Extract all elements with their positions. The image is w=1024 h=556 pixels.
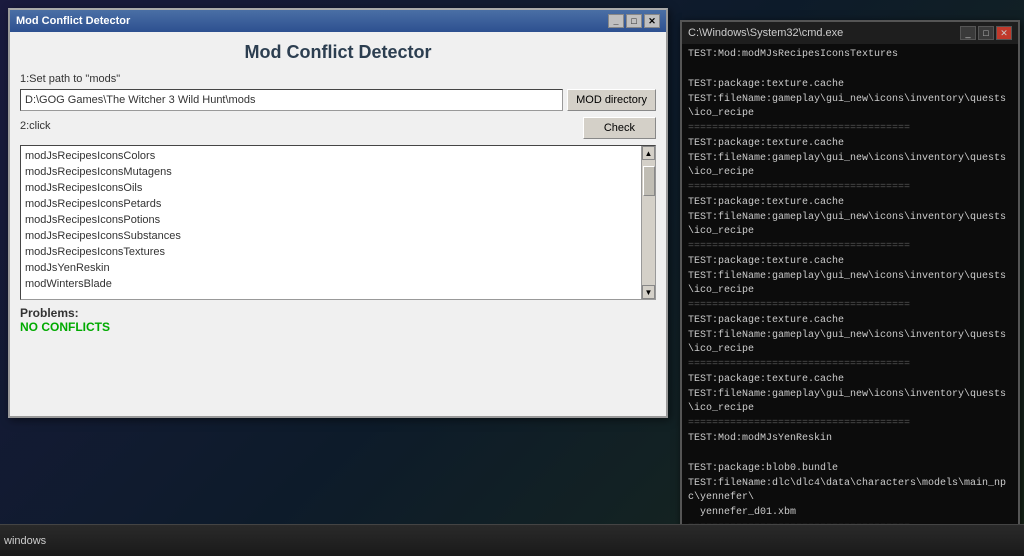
app-title: Mod Conflict Detector [16,15,130,27]
cmd-line: TEST:package:texture.cache [688,373,1012,387]
app-titlebar: Mod Conflict Detector _ □ ✕ [10,10,666,32]
check-button[interactable]: Check [583,117,656,139]
cmd-line: TEST:package:texture.cache [688,196,1012,210]
cmd-line: TEST:fileName:gameplay\gui_new\icons\inv… [688,270,1012,298]
minimize-button[interactable]: _ [608,14,624,28]
titlebar-controls: _ □ ✕ [608,14,660,28]
cmd-line: TEST:package:blob0.bundle [688,462,1012,476]
list-item[interactable]: modJsRecipesIconsMutagens [23,164,639,180]
cmd-maximize-button[interactable]: □ [978,26,994,40]
mod-list-container: modJsRecipesIconsColors modJsRecipesIcon… [20,145,656,300]
taskbar-items: windows [4,535,46,547]
close-button[interactable]: ✕ [644,14,660,28]
list-item[interactable]: modJsRecipesIconsPetards [23,196,639,212]
row1: MOD directory [20,89,656,111]
cmd-line [688,63,1012,77]
path-input[interactable] [20,89,563,111]
cmd-line: TEST:package:texture.cache [688,314,1012,328]
cmd-line: TEST:fileName:gameplay\gui_new\icons\inv… [688,152,1012,180]
list-item[interactable]: modWintersBlade [23,276,639,292]
cmd-line: TEST:fileName:dlc\dlc4\data\characters\m… [688,477,1012,505]
cmd-line: TEST:fileName:gameplay\gui_new\icons\inv… [688,211,1012,239]
cmd-separator: ===================================== [688,122,1012,136]
mod-directory-button[interactable]: MOD directory [567,89,656,111]
scrollbar-track: ▲ ▼ [641,146,655,299]
taskbar-label: windows [4,535,46,547]
cmd-line: TEST:fileName:gameplay\gui_new\icons\inv… [688,388,1012,416]
cmd-separator: ===================================== [688,358,1012,372]
list-item[interactable]: modJsRecipesIconsColors [23,148,639,164]
cmd-content: TEST:Mod:modMJsRecipesIconsTextures TEST… [682,44,1018,528]
list-item[interactable]: modJsYenReskin [23,260,639,276]
list-item[interactable]: modJsRecipesIconsSubstances [23,228,639,244]
app-main-title: Mod Conflict Detector [20,42,656,63]
cmd-separator: ===================================== [688,181,1012,195]
cmd-titlebar: C:\Windows\System32\cmd.exe _ □ ✕ [682,22,1018,44]
cmd-controls: _ □ ✕ [960,26,1012,40]
cmd-line: TEST:fileName:gameplay\gui_new\icons\inv… [688,329,1012,357]
cmd-line: TEST:Mod:modMJsRecipesIconsTextures [688,48,1012,62]
list-item[interactable]: modJsRecipesIconsPotions [23,212,639,228]
scrollbar-thumb[interactable] [643,166,655,196]
mod-list: modJsRecipesIconsColors modJsRecipesIcon… [21,146,641,299]
row2: 2:click Check [20,117,656,139]
app-window: Mod Conflict Detector _ □ ✕ Mod Conflict… [8,8,668,418]
cmd-minimize-button[interactable]: _ [960,26,976,40]
cmd-window: C:\Windows\System32\cmd.exe _ □ ✕ TEST:M… [680,20,1020,530]
cmd-line [688,447,1012,461]
row1-label: 1:Set path to "mods" [20,73,656,85]
scroll-up-button[interactable]: ▲ [642,146,655,160]
cmd-line: TEST:fileName:gameplay\gui_new\icons\inv… [688,93,1012,121]
cmd-line: TEST:package:texture.cache [688,78,1012,92]
problems-label: Problems: [20,306,656,320]
list-item[interactable]: modJsRecipesIconsTextures [23,244,639,260]
list-item[interactable]: modJsRecipesIconsOils [23,180,639,196]
taskbar: windows [0,524,1024,556]
no-conflicts-status: NO CONFLICTS [20,320,656,334]
cmd-close-button[interactable]: ✕ [996,26,1012,40]
desktop: Mod Conflict Detector _ □ ✕ Mod Conflict… [0,0,1024,556]
cmd-line: TEST:package:texture.cache [688,137,1012,151]
cmd-separator: ===================================== [688,417,1012,431]
cmd-title: C:\Windows\System32\cmd.exe [688,27,843,39]
cmd-separator: ===================================== [688,240,1012,254]
cmd-line: yennefer_d01.xbm [688,506,1012,520]
cmd-separator: ===================================== [688,299,1012,313]
cmd-line: TEST:package:texture.cache [688,255,1012,269]
problems-section: Problems: NO CONFLICTS [20,306,656,334]
row2-label: 2:click [20,120,51,132]
cmd-line: TEST:Mod:modMJsYenReskin [688,432,1012,446]
app-content: Mod Conflict Detector 1:Set path to "mod… [10,32,666,344]
scroll-down-button[interactable]: ▼ [642,285,655,299]
maximize-button[interactable]: □ [626,14,642,28]
